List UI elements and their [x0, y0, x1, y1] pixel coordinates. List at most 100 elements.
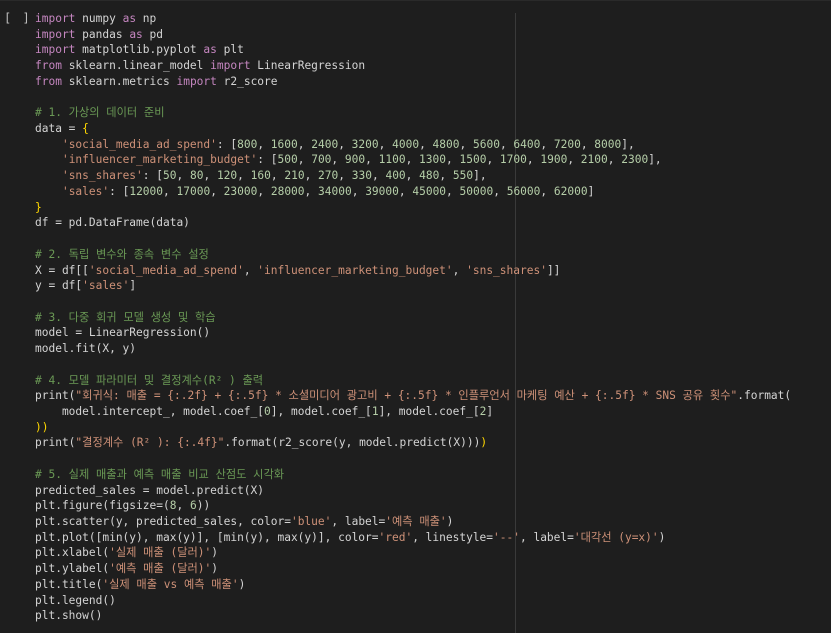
code-token: ]: [486, 404, 494, 418]
code-token: 12000: [129, 184, 164, 198]
code-token: "결정계수 (R² ): {:.4f}": [75, 436, 225, 450]
code-token: ,: [243, 263, 258, 277]
code-line: plt.figure(figsize=(8, 6)): [35, 498, 831, 514]
code-token: import: [35, 27, 76, 41]
code-token: ,: [607, 153, 622, 167]
code-token: ): [238, 577, 246, 591]
code-token: import: [35, 12, 76, 25]
code-token: , label=: [519, 530, 574, 544]
code-token: 1700: [499, 153, 527, 167]
code-token: plt.figure(figsize=(: [35, 499, 170, 513]
code-token: import: [176, 74, 217, 88]
code-line: predicted_sales = model.predict(X): [35, 483, 831, 499]
code-line: print("결정계수 (R² ): {:.4f}".format(r2_sco…: [35, 435, 831, 451]
code-token: ,: [540, 184, 554, 198]
code-token: as: [122, 12, 137, 25]
code-line: model.intercept_, model.coef_[0], model.…: [35, 404, 831, 420]
code-token: model = LinearRegression(): [35, 326, 211, 340]
code-token: 28000: [270, 184, 305, 198]
code-token: ,: [446, 184, 460, 198]
code-token: ,: [270, 169, 285, 183]
code-token: )): [196, 499, 211, 513]
code-token: 8000: [594, 137, 622, 151]
code-line: model.fit(X, y): [35, 341, 831, 357]
code-cell[interactable]: [ ] import numpy as np import pandas as p…: [0, 0, 831, 633]
code-token: ,: [331, 153, 345, 167]
code-token: 17000: [176, 184, 211, 198]
code-token: ,: [378, 137, 393, 151]
code-token: 270: [318, 169, 339, 183]
code-token: 550: [452, 169, 474, 183]
code-line: )): [35, 420, 831, 436]
code-token: r2_score: [216, 74, 278, 88]
code-token: : [: [216, 137, 238, 151]
run-cell-button[interactable]: [ ]: [4, 11, 32, 25]
code-editor[interactable]: import numpy as np import pandas as pd imp…: [35, 11, 831, 624]
code-token: 2400: [311, 137, 339, 151]
code-line: # 2. 독립 변수와 종속 변수 설정: [35, 247, 831, 263]
code-token: numpy: [75, 12, 123, 25]
code-token: 0: [264, 404, 271, 418]
code-token: 480: [419, 169, 440, 183]
code-token: data =: [35, 122, 83, 136]
code-token: df = pd.DataFrame(data): [35, 216, 190, 230]
code-line: y = df['sales']: [35, 278, 831, 294]
code-token: 4000: [392, 137, 420, 151]
code-token: 34000: [318, 184, 352, 198]
code-token: ): [658, 530, 666, 544]
code-line: from sklearn.metrics import r2_score: [35, 74, 831, 90]
code-token: ,: [297, 153, 312, 167]
code-line: 'sns_shares': [50, 80, 120, 160, 210, 27…: [35, 168, 831, 184]
code-line: plt.xlabel('실제 매출 (달러)'): [35, 545, 831, 561]
code-token: 45000: [412, 184, 447, 198]
code-token: 160: [250, 169, 271, 183]
code-line: plt.title('실제 매출 vs 예측 매출'): [35, 577, 831, 593]
code-line: import matplotlib.pyplot as plt: [35, 42, 831, 58]
code-token: sklearn.metrics: [61, 74, 177, 88]
code-token: # 2. 독립 변수와 종속 변수 설정: [35, 247, 209, 261]
code-token: ): [446, 515, 454, 528]
code-token: ,: [203, 169, 217, 183]
code-token: import: [210, 59, 251, 73]
code-line: plt.scatter(y, predicted_sales, color='b…: [35, 514, 831, 530]
code-line: model = LinearRegression(): [35, 325, 831, 341]
code-token: sklearn.linear_model: [61, 59, 211, 73]
code-token: model.intercept_, model.coef_[: [35, 404, 265, 418]
code-token: 23000: [223, 184, 258, 198]
code-token: ,: [446, 153, 460, 167]
code-line: # 1. 가상의 데이터 준비: [35, 105, 831, 121]
code-token: model.fit(X, y): [35, 342, 137, 356]
code-token: ], model.coef_[: [270, 404, 372, 418]
code-token: "회귀식: 매출 = {:.2f} + {:.5f} * 소셜미디어 광고비 +…: [75, 389, 738, 403]
code-token: 800: [237, 137, 258, 151]
code-line: df = pd.DataFrame(data): [35, 215, 831, 231]
code-token: 'sns_shares': [61, 169, 143, 183]
code-line: import numpy as np: [35, 11, 831, 27]
code-token: ], model.coef_[: [378, 404, 480, 418]
code-token: ,: [338, 137, 352, 151]
code-token: 'social_media_ad_spend': [88, 263, 244, 277]
code-token: ,: [257, 137, 271, 151]
code-token: : [: [109, 184, 130, 198]
code-token: 210: [284, 169, 305, 183]
code-token: 2100: [580, 153, 608, 167]
code-token: 'sns_shares': [466, 263, 547, 277]
code-token: 1600: [270, 137, 298, 151]
code-token: : [: [257, 153, 278, 167]
code-token: 1900: [540, 153, 568, 167]
code-token: ,: [176, 499, 190, 513]
code-token: ,: [486, 153, 500, 167]
code-token: '--': [493, 530, 520, 544]
code-token: 1: [371, 404, 379, 418]
code-line: # 4. 모델 파라미터 및 결정계수(R² ) 출력: [35, 373, 831, 389]
code-token: ,: [419, 137, 433, 151]
code-line: 'sales': [12000, 17000, 23000, 28000, 34…: [35, 184, 831, 200]
code-token: 700: [311, 153, 332, 167]
code-token: plt.show(): [35, 609, 103, 623]
code-line: X = df[['social_media_ad_spend', 'influe…: [35, 263, 831, 279]
code-line: print("회귀식: 매출 = {:.2f} + {:.5f} * 소셜미디어…: [35, 388, 831, 404]
code-token: plt.ylabel(: [35, 562, 110, 576]
